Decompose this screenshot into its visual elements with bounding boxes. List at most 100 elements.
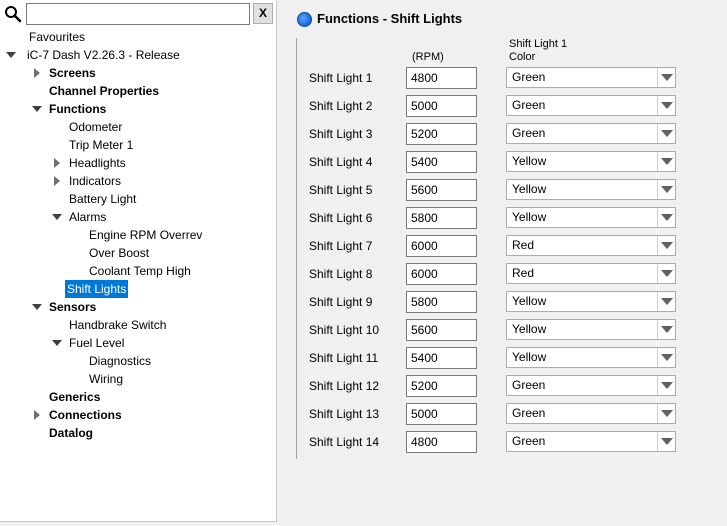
rpm-input[interactable] [406, 207, 477, 229]
color-dropdown-value: Yellow [512, 210, 547, 224]
tree-item[interactable]: Alarms [0, 208, 277, 226]
chevron-down-icon[interactable] [657, 124, 675, 143]
rpm-input[interactable] [406, 263, 477, 285]
color-column-header-line1: Shift Light 1 [509, 38, 568, 50]
search-bar: X [0, 0, 277, 28]
tree-item[interactable]: Headlights [0, 154, 277, 172]
color-dropdown[interactable]: Red [506, 235, 676, 256]
rpm-input[interactable] [406, 123, 477, 145]
chevron-down-icon[interactable] [657, 96, 675, 115]
rpm-input[interactable] [406, 67, 477, 89]
color-dropdown[interactable]: Yellow [506, 319, 676, 340]
shift-light-label: Shift Light 7 [309, 239, 373, 253]
tree-item[interactable]: Engine RPM Overrev [0, 226, 277, 244]
chevron-down-icon[interactable] [657, 348, 675, 367]
tree-item-label: Connections [49, 408, 122, 422]
color-dropdown[interactable]: Red [506, 263, 676, 284]
tree-item-label: Channel Properties [49, 84, 160, 98]
search-input[interactable] [26, 3, 250, 25]
expanded-arrow-icon[interactable] [5, 46, 17, 64]
rpm-input[interactable] [406, 403, 477, 425]
chevron-down-icon[interactable] [657, 180, 675, 199]
rpm-input[interactable] [406, 291, 477, 313]
collapsed-arrow-icon[interactable] [31, 64, 43, 82]
tree-item[interactable]: Connections [0, 406, 277, 424]
color-dropdown[interactable]: Yellow [506, 207, 676, 228]
chevron-down-icon[interactable] [657, 68, 675, 87]
collapsed-arrow-icon[interactable] [31, 406, 43, 424]
collapsed-arrow-icon[interactable] [51, 172, 63, 190]
tree-item-label: Favourites [29, 30, 86, 44]
tree-item[interactable]: iC-7 Dash V2.26.3 - Release [0, 46, 277, 64]
color-dropdown[interactable]: Yellow [506, 347, 676, 368]
rpm-input[interactable] [406, 375, 477, 397]
color-dropdown-value: Red [512, 266, 535, 280]
tree-item[interactable]: Favourites [0, 28, 277, 46]
expanded-arrow-icon[interactable] [31, 298, 43, 316]
shift-light-label: Shift Light 8 [309, 267, 373, 281]
rpm-input[interactable] [406, 235, 477, 257]
tree-item-label: Shift Lights [65, 280, 129, 298]
page-title: Functions - Shift Lights [317, 11, 463, 26]
tree-item[interactable]: Odometer [0, 118, 277, 136]
rpm-input[interactable] [406, 95, 477, 117]
tree-item[interactable]: Fuel Level [0, 334, 277, 352]
tree-item[interactable]: Channel Properties [0, 82, 277, 100]
color-dropdown[interactable]: Yellow [506, 291, 676, 312]
shift-light-label: Shift Light 3 [309, 127, 373, 141]
chevron-down-icon[interactable] [657, 292, 675, 311]
chevron-down-icon[interactable] [657, 264, 675, 283]
color-dropdown[interactable]: Green [506, 67, 676, 88]
shift-light-label: Shift Light 1 [309, 71, 373, 85]
tree-item-label: Sensors [49, 300, 97, 314]
rpm-input[interactable] [406, 431, 477, 453]
tree-item[interactable]: Handbrake Switch [0, 316, 277, 334]
rpm-input[interactable] [406, 347, 477, 369]
expanded-arrow-icon[interactable] [31, 100, 43, 118]
search-icon [5, 6, 22, 23]
color-dropdown-value: Yellow [512, 322, 547, 336]
rpm-input[interactable] [406, 179, 477, 201]
tree-item[interactable]: Diagnostics [0, 352, 277, 370]
tree-item[interactable]: Screens [0, 64, 277, 82]
color-dropdown[interactable]: Green [506, 123, 676, 144]
shift-light-label: Shift Light 2 [309, 99, 373, 113]
color-dropdown[interactable]: Green [506, 431, 676, 452]
chevron-down-icon[interactable] [657, 320, 675, 339]
color-dropdown[interactable]: Green [506, 95, 676, 116]
collapsed-arrow-icon[interactable] [51, 154, 63, 172]
tree-item[interactable]: Sensors [0, 298, 277, 316]
color-dropdown[interactable]: Yellow [506, 179, 676, 200]
chevron-down-icon[interactable] [657, 404, 675, 423]
color-dropdown-value: Red [512, 238, 535, 252]
shift-light-label: Shift Light 5 [309, 183, 373, 197]
functions-icon [297, 12, 312, 27]
chevron-down-icon[interactable] [657, 376, 675, 395]
rpm-input[interactable] [406, 151, 477, 173]
color-dropdown[interactable]: Green [506, 403, 676, 424]
tree-item[interactable]: Battery Light [0, 190, 277, 208]
chevron-down-icon[interactable] [657, 208, 675, 227]
tree-item[interactable]: Shift Lights [0, 280, 277, 298]
shift-light-label: Shift Light 11 [309, 351, 379, 365]
clear-search-button[interactable]: X [253, 3, 273, 24]
color-dropdown[interactable]: Green [506, 375, 676, 396]
chevron-down-icon[interactable] [657, 236, 675, 255]
expanded-arrow-icon[interactable] [51, 334, 63, 352]
shift-light-label: Shift Light 12 [309, 379, 380, 393]
expanded-arrow-icon[interactable] [51, 208, 63, 226]
tree-item[interactable]: Indicators [0, 172, 277, 190]
tree-item[interactable]: Over Boost [0, 244, 277, 262]
tree-item[interactable]: Coolant Temp High [0, 262, 277, 280]
chevron-down-icon[interactable] [657, 432, 675, 451]
chevron-down-icon[interactable] [657, 152, 675, 171]
tree-item[interactable]: Generics [0, 388, 277, 406]
shift-light-label: Shift Light 14 [309, 435, 380, 449]
rpm-input[interactable] [406, 319, 477, 341]
tree-item[interactable]: Wiring [0, 370, 277, 388]
tree-item[interactable]: Functions [0, 100, 277, 118]
shift-light-label: Shift Light 9 [309, 295, 373, 309]
color-dropdown[interactable]: Yellow [506, 151, 676, 172]
tree-item[interactable]: Trip Meter 1 [0, 136, 277, 154]
tree-item[interactable]: Datalog [0, 424, 277, 442]
